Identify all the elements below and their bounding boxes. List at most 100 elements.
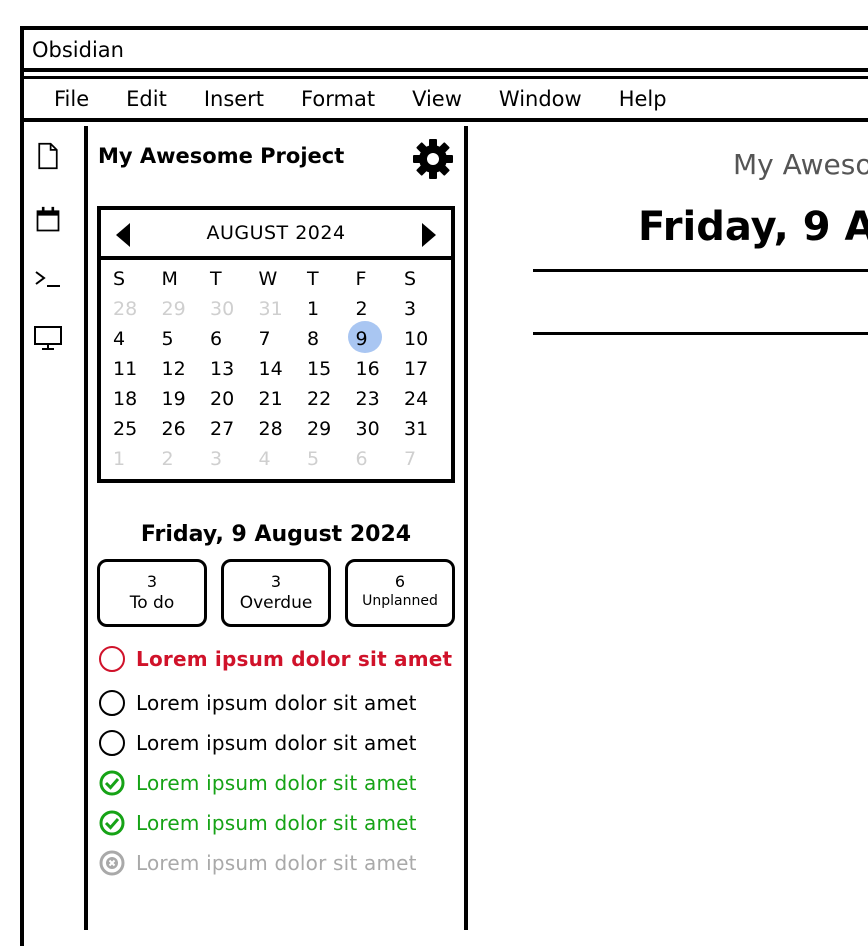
task-text: Lorem ipsum dolor sit amet [136, 811, 417, 835]
weekday-label: M [161, 268, 178, 290]
task-item[interactable]: Lorem ipsum dolor sit amet [98, 848, 417, 878]
calendar-day[interactable]: 16 [348, 358, 397, 380]
calendar-day[interactable]: 8 [299, 328, 348, 350]
calendar-day[interactable]: 7 [396, 448, 445, 470]
calendar-day[interactable]: 15 [299, 358, 348, 380]
calendar-day[interactable]: 6 [202, 328, 251, 350]
calendar-month-label: AUGUST 2024 [206, 222, 346, 244]
calendar-day[interactable]: 14 [251, 358, 300, 380]
calendar-week-row: 25 26 27 28 29 30 31 [105, 414, 447, 444]
stat-unplanned-count: 6 [394, 572, 406, 591]
calendar-day[interactable]: 5 [154, 328, 203, 350]
calendar-day[interactable]: 28 [105, 298, 154, 320]
calendar-day[interactable]: 7 [251, 328, 300, 350]
weekday-label: W [258, 268, 278, 290]
calendar-day-selected[interactable]: 9 [347, 321, 397, 353]
menu-insert[interactable]: Insert [204, 87, 264, 111]
calendar-day[interactable]: 30 [348, 418, 397, 440]
calendar-day[interactable]: 23 [348, 388, 397, 410]
calendar-day[interactable]: 10 [396, 328, 445, 350]
task-item[interactable]: Lorem ipsum dolor sit amet [98, 768, 417, 798]
note-title[interactable]: Friday, 9 August 2024 [638, 204, 868, 250]
menu-window[interactable]: Window [499, 87, 582, 111]
calendar-day[interactable]: 6 [348, 448, 397, 470]
cancelled-circle-icon[interactable] [98, 849, 126, 877]
menu-bar: File Edit Insert Format View Window Help [24, 76, 868, 122]
menu-file[interactable]: File [54, 87, 89, 111]
calendar-day[interactable]: 25 [105, 418, 154, 440]
calendar-day[interactable]: 5 [299, 448, 348, 470]
open-checkbox-icon[interactable] [98, 729, 126, 757]
calendar-day[interactable]: 11 [105, 358, 154, 380]
task-text: Lorem ipsum dolor sit amet [136, 771, 417, 795]
calendar-day[interactable]: 12 [154, 358, 203, 380]
calendar-day[interactable]: 27 [202, 418, 251, 440]
calendar-day[interactable]: 29 [154, 298, 203, 320]
checked-circle-icon[interactable] [98, 769, 126, 797]
calendar-header: AUGUST 2024 [101, 210, 451, 260]
calendar-day[interactable]: 21 [251, 388, 300, 410]
calendar-day[interactable]: 24 [396, 388, 445, 410]
calendar-day[interactable]: 28 [251, 418, 300, 440]
heading-rule-top [533, 269, 868, 272]
terminal-icon[interactable] [34, 266, 62, 294]
task-item[interactable]: Lorem ipsum dolor sit amet [98, 808, 417, 838]
calendar-week-row: 18 19 20 21 22 23 24 [105, 384, 447, 414]
task-text: Lorem ipsum dolor sit amet [136, 691, 417, 715]
monitor-icon[interactable] [34, 324, 62, 352]
stat-todo[interactable]: 3 To do [97, 559, 207, 627]
stat-todo-count: 3 [146, 572, 158, 591]
gear-icon[interactable] [412, 138, 454, 180]
calendar-day[interactable]: 2 [154, 448, 203, 470]
calendar-day[interactable]: 31 [396, 418, 445, 440]
document-icon[interactable] [34, 142, 62, 170]
calendar-day[interactable]: 4 [105, 328, 154, 350]
menu-edit[interactable]: Edit [126, 87, 167, 111]
calendar-day[interactable]: 18 [105, 388, 154, 410]
calendar-day[interactable]: 13 [202, 358, 251, 380]
menu-format[interactable]: Format [301, 87, 375, 111]
task-item[interactable]: Lorem ipsum dolor sit amet [98, 688, 417, 718]
calendar-day[interactable]: 26 [154, 418, 203, 440]
task-item[interactable]: Lorem ipsum dolor sit amet [98, 644, 452, 674]
calendar-week-row: 1234567 [105, 444, 447, 474]
window-title: Obsidian [32, 38, 124, 62]
stat-overdue-label: Overdue [239, 593, 313, 613]
calendar-day[interactable]: 31 [251, 298, 300, 320]
calendar-day[interactable]: 29 [299, 418, 348, 440]
weekday-label: T [210, 268, 222, 290]
calendar-day[interactable]: 3 [202, 448, 251, 470]
note-subtitle: My Awesome Project [733, 148, 868, 181]
calendar-day[interactable]: 2 [348, 298, 397, 320]
window-titlebar: Obsidian [24, 30, 868, 72]
calendar-day[interactable]: 1 [105, 448, 154, 470]
open-checkbox-icon[interactable] [98, 689, 126, 717]
selected-date-heading: Friday, 9 August 2024 [140, 522, 412, 547]
calendar-day[interactable]: 19 [154, 388, 203, 410]
calendar-day[interactable]: 17 [396, 358, 445, 380]
calendar-icon[interactable] [34, 206, 62, 234]
checked-circle-icon[interactable] [98, 809, 126, 837]
editor-pane: My Awesome Project Friday, 9 August 2024 [468, 126, 868, 930]
overdue-circle-icon[interactable] [98, 645, 126, 673]
next-month-icon[interactable] [419, 222, 439, 248]
menu-view[interactable]: View [412, 87, 462, 111]
calendar-week-row: 11 12 13 14 15 16 17 [105, 354, 447, 384]
stat-unplanned[interactable]: 6 Unplanned [345, 559, 455, 627]
weekday-row: SMTWTFS [105, 264, 447, 294]
weekday-label: F [355, 268, 367, 290]
stat-todo-label: To do [129, 593, 175, 613]
calendar-day[interactable]: 20 [202, 388, 251, 410]
calendar-grid: SMTWTFS 28 29 30 31 1 2 3 4 5 6 7 8 9 10 11 12 13 14 15 16 1… [105, 264, 447, 474]
task-item[interactable]: Lorem ipsum dolor sit amet [98, 728, 417, 758]
calendar-day[interactable]: 1 [299, 298, 348, 320]
calendar-day[interactable]: 4 [251, 448, 300, 470]
stat-overdue-count: 3 [270, 572, 282, 591]
stat-overdue[interactable]: 3 Overdue [221, 559, 331, 627]
menu-help[interactable]: Help [619, 87, 667, 111]
heading-rule-bottom [533, 332, 868, 335]
calendar-day[interactable]: 3 [396, 298, 445, 320]
calendar-day[interactable]: 22 [299, 388, 348, 410]
calendar-day[interactable]: 30 [202, 298, 251, 320]
weekday-label: S [404, 268, 417, 290]
